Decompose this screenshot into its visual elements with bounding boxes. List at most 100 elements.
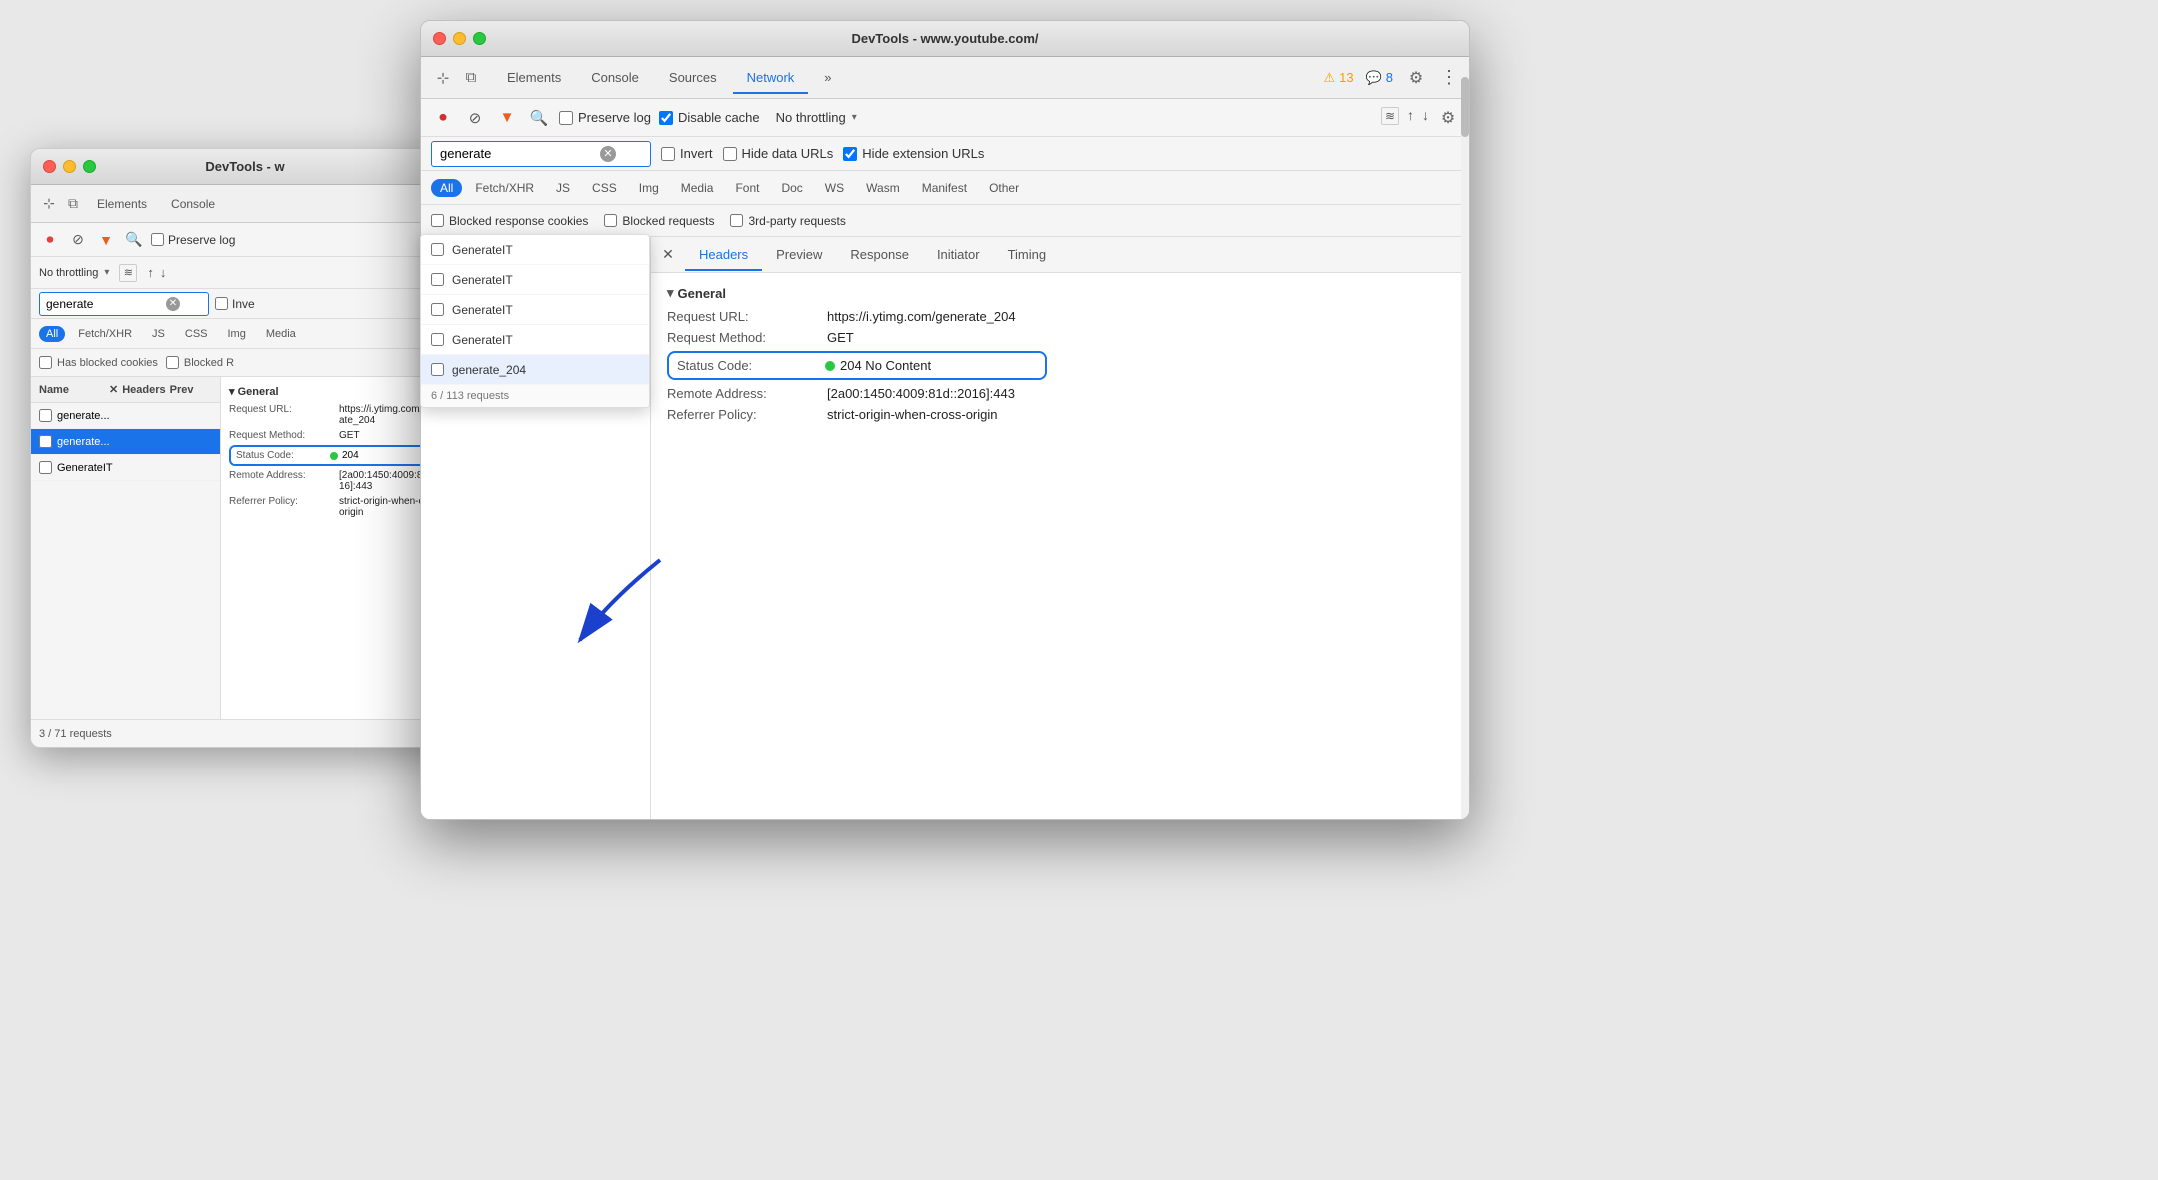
front-filter-css[interactable]: CSS <box>583 179 626 197</box>
autocomplete-checkbox-2[interactable] <box>431 303 444 316</box>
front-minimize-button[interactable] <box>453 32 466 45</box>
back-blocked-r-label[interactable]: Blocked R <box>166 356 234 369</box>
back-stop-btn[interactable]: ⊘ <box>67 229 89 251</box>
front-filter-wasm[interactable]: Wasm <box>857 179 909 197</box>
front-preview-tab[interactable]: Preview <box>762 240 836 271</box>
front-search-input[interactable] <box>440 146 600 161</box>
back-close-button[interactable] <box>43 160 56 173</box>
front-elements-tab[interactable]: Elements <box>493 62 575 93</box>
front-throttle-dropdown[interactable]: No throttling ▾ <box>768 107 865 128</box>
front-hide-extension-urls-label[interactable]: Hide extension URLs <box>843 146 984 161</box>
front-search-bar[interactable]: ✕ <box>431 141 651 167</box>
autocomplete-checkbox-3[interactable] <box>431 333 444 346</box>
front-filter-js[interactable]: JS <box>547 179 579 197</box>
front-blocked-requests-label[interactable]: Blocked requests <box>604 214 714 228</box>
front-search-clear-btn[interactable]: ✕ <box>600 146 616 162</box>
back-row-generate1[interactable]: generate... <box>31 403 220 429</box>
back-row3-checkbox[interactable] <box>39 461 52 474</box>
back-search-bar[interactable]: ✕ <box>39 292 209 316</box>
front-network-tab[interactable]: Network <box>733 62 809 93</box>
device-icon[interactable]: ⧉ <box>63 194 83 214</box>
back-no-throttling[interactable]: No throttling <box>39 267 98 279</box>
back-invert-label[interactable]: Inve <box>215 297 255 311</box>
autocomplete-checkbox-0[interactable] <box>431 243 444 256</box>
front-detail-close-btn[interactable]: ✕ <box>657 244 679 266</box>
back-maximize-button[interactable] <box>83 160 96 173</box>
autocomplete-item-1[interactable]: GenerateIT <box>421 265 649 295</box>
back-row-generateit[interactable]: GenerateIT <box>31 455 220 481</box>
back-row2-checkbox[interactable] <box>39 435 52 448</box>
front-preserve-log-label[interactable]: Preserve log <box>559 110 651 125</box>
front-disable-cache-label[interactable]: Disable cache <box>659 110 760 125</box>
back-minimize-button[interactable] <box>63 160 76 173</box>
back-has-blocked-label[interactable]: Has blocked cookies <box>39 356 158 369</box>
front-third-party-checkbox[interactable] <box>730 214 743 227</box>
back-chevron-icon[interactable]: ▾ <box>104 267 109 278</box>
front-filter-media[interactable]: Media <box>672 179 723 197</box>
front-filter-ws[interactable]: WS <box>816 179 853 197</box>
front-console-tab[interactable]: Console <box>577 62 653 93</box>
front-search-btn[interactable]: 🔍 <box>527 106 551 130</box>
back-has-blocked-checkbox[interactable] <box>39 356 52 369</box>
front-third-party-label[interactable]: 3rd-party requests <box>730 214 845 228</box>
back-invert-checkbox[interactable] <box>215 297 228 310</box>
front-blocked-requests-checkbox[interactable] <box>604 214 617 227</box>
back-row-generate2[interactable]: generate... <box>31 429 220 455</box>
front-filter-other[interactable]: Other <box>980 179 1028 197</box>
back-search-btn[interactable]: 🔍 <box>123 229 145 251</box>
front-hide-data-urls-checkbox[interactable] <box>723 147 737 161</box>
back-preserve-log-checkbox[interactable] <box>151 233 164 246</box>
front-more-tabs[interactable]: » <box>810 62 845 93</box>
front-maximize-button[interactable] <box>473 32 486 45</box>
front-filter-fetch[interactable]: Fetch/XHR <box>466 179 543 197</box>
back-elements-tab[interactable]: Elements <box>87 191 157 217</box>
front-hide-extension-urls-checkbox[interactable] <box>843 147 857 161</box>
back-filter-all[interactable]: All <box>39 326 65 342</box>
front-blocked-response-cookies-checkbox[interactable] <box>431 214 444 227</box>
front-filter-font[interactable]: Font <box>726 179 768 197</box>
back-filter-js[interactable]: JS <box>145 326 172 342</box>
front-net-gear-btn[interactable]: ⚙ <box>1437 107 1459 129</box>
back-row1-checkbox[interactable] <box>39 409 52 422</box>
front-filter-img[interactable]: Img <box>630 179 668 197</box>
autocomplete-item-4[interactable]: generate_204 <box>421 355 649 385</box>
front-timing-tab[interactable]: Timing <box>994 240 1061 271</box>
back-preserve-log-label[interactable]: Preserve log <box>151 233 235 247</box>
front-filter-all[interactable]: All <box>431 179 462 197</box>
autocomplete-checkbox-1[interactable] <box>431 273 444 286</box>
front-stop-btn[interactable]: ⊘ <box>463 106 487 130</box>
autocomplete-item-3[interactable]: GenerateIT <box>421 325 649 355</box>
back-filter-fetch[interactable]: Fetch/XHR <box>71 326 139 342</box>
front-filter-btn[interactable]: ▼ <box>495 106 519 130</box>
front-hide-data-urls-label[interactable]: Hide data URLs <box>723 146 834 161</box>
back-console-tab[interactable]: Console <box>161 191 225 217</box>
autocomplete-item-0[interactable]: GenerateIT <box>421 235 649 265</box>
back-filter-img[interactable]: Img <box>221 326 253 342</box>
back-filter-css[interactable]: CSS <box>178 326 215 342</box>
autocomplete-checkbox-4[interactable] <box>431 363 444 376</box>
front-initiator-tab[interactable]: Initiator <box>923 240 994 271</box>
autocomplete-item-2[interactable]: GenerateIT <box>421 295 649 325</box>
front-blocked-response-cookies-label[interactable]: Blocked response cookies <box>431 214 588 228</box>
back-blocked-r-checkbox[interactable] <box>166 356 179 369</box>
front-headers-tab[interactable]: Headers <box>685 240 762 271</box>
back-record-btn[interactable]: ⏺ <box>39 229 61 251</box>
front-disable-cache-checkbox[interactable] <box>659 111 673 125</box>
front-invert-checkbox[interactable] <box>661 147 675 161</box>
back-search-clear-btn[interactable]: ✕ <box>166 297 180 311</box>
front-settings-btn[interactable]: ⚙ <box>1405 67 1427 89</box>
front-response-tab[interactable]: Response <box>836 240 923 271</box>
front-filter-manifest[interactable]: Manifest <box>913 179 976 197</box>
back-filter-btn[interactable]: ▼ <box>95 229 117 251</box>
back-filter-media[interactable]: Media <box>259 326 303 342</box>
front-device-icon[interactable]: ⧉ <box>459 66 483 90</box>
back-search-input[interactable] <box>46 297 166 311</box>
front-more-btn[interactable]: ⋮ <box>1439 68 1459 88</box>
front-preserve-log-checkbox[interactable] <box>559 111 573 125</box>
front-sources-tab[interactable]: Sources <box>655 62 731 93</box>
front-close-button[interactable] <box>433 32 446 45</box>
cursor-icon[interactable]: ⊹ <box>39 194 59 214</box>
front-invert-label[interactable]: Invert <box>661 146 713 161</box>
front-record-btn[interactable]: ⏺ <box>431 106 455 130</box>
front-cursor-icon[interactable]: ⊹ <box>431 66 455 90</box>
